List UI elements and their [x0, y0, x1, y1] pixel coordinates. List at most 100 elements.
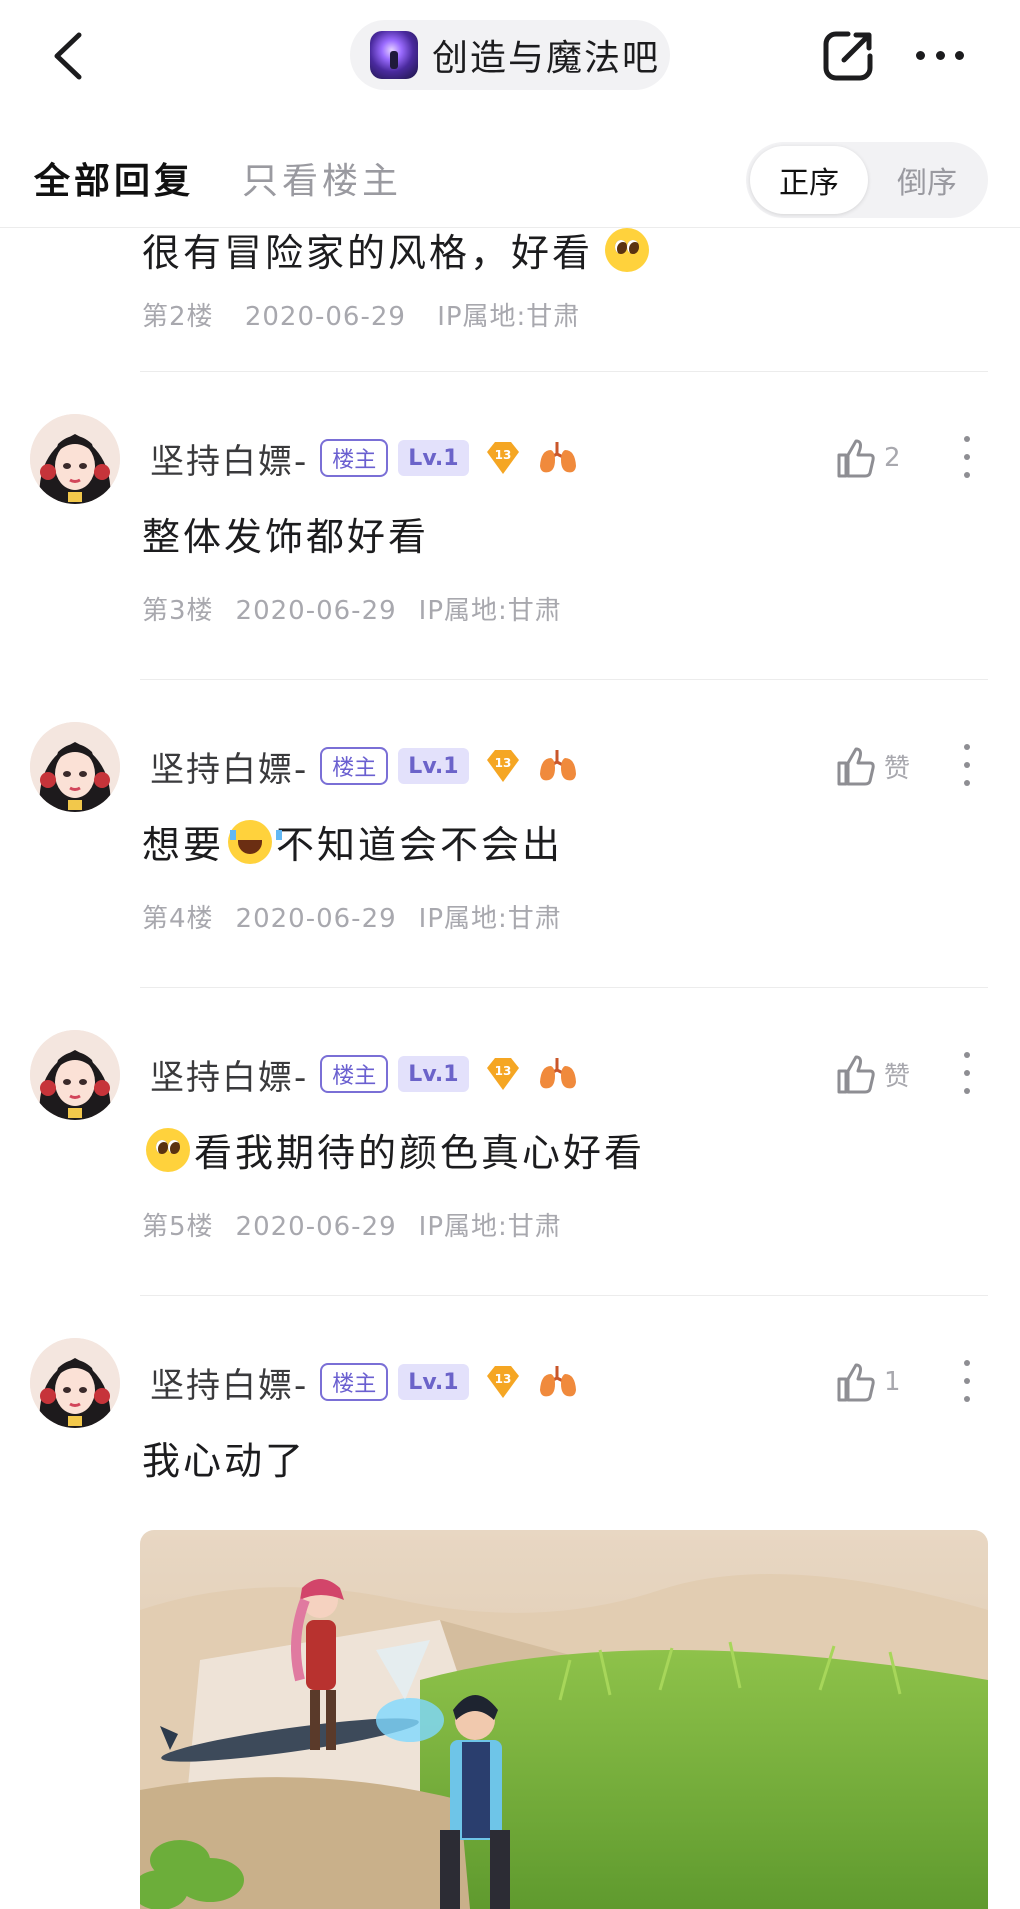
avatar-illustration	[30, 1338, 120, 1428]
avatar[interactable]	[30, 414, 120, 504]
reply-text: 想要 不知道会不会出	[142, 814, 563, 869]
gem-badge-icon: 13	[483, 1362, 523, 1402]
vertical-dots-icon	[964, 1360, 970, 1366]
crying-face-icon	[228, 819, 283, 864]
like-button[interactable]: 1	[836, 1356, 956, 1408]
more-button[interactable]	[910, 30, 970, 80]
user-info: 坚持白嫖- 楼主 Lv.1 13	[150, 1358, 579, 1407]
ip-location: IP属地:甘肃	[437, 302, 581, 332]
order-desc-button[interactable]: 倒序	[868, 146, 986, 214]
username[interactable]: 坚持白嫖-	[150, 742, 308, 791]
gem-badge-icon: 13	[483, 1054, 523, 1094]
owner-badge: 楼主	[320, 439, 389, 477]
reply-item: 坚持白嫖- 楼主 Lv.1 13 赞想要 不知道会不会出第4楼 2020-06-29 IP属地…	[0, 722, 1020, 1030]
reply-more-button[interactable]	[955, 432, 979, 482]
avatar[interactable]	[30, 1030, 120, 1120]
like-count: 赞	[884, 753, 911, 784]
game-screenshot	[140, 1530, 988, 1909]
floor-number: 第3楼	[142, 596, 214, 626]
reply-item: 坚持白嫖- 楼主 Lv.1 13 2 整体发饰都好看第3楼 2020-06-29 IP属地:甘…	[0, 414, 1020, 722]
divider	[140, 679, 988, 680]
forum-pill[interactable]: 创造与魔法吧	[350, 20, 670, 90]
reply-more-button[interactable]	[955, 740, 979, 790]
share-icon	[823, 31, 873, 81]
ip-location: IP属地:甘肃	[418, 904, 562, 934]
thumbs-up-icon	[837, 747, 875, 786]
ip-location: IP属地:甘肃	[418, 1212, 562, 1242]
lungs-badge-icon	[537, 1054, 579, 1094]
owner-badge: 楼主	[320, 1055, 389, 1093]
floor-number: 第4楼	[142, 904, 214, 934]
avatar[interactable]	[30, 722, 120, 812]
tab-bar: 全部回复 只看楼主 正序 倒序	[0, 112, 1020, 228]
post-date: 2020-06-29	[235, 596, 397, 626]
back-button[interactable]	[38, 26, 98, 86]
tab-owner-only[interactable]: 只看楼主	[242, 152, 402, 204]
svg-text:13: 13	[494, 756, 511, 770]
level-badge: Lv.1	[398, 1364, 469, 1400]
reply-text: 我心动了	[142, 1439, 307, 1483]
reply-more-button[interactable]	[955, 1356, 979, 1406]
like-button[interactable]: 赞	[836, 1048, 956, 1100]
more-icon	[916, 50, 925, 60]
level-badge: Lv.1	[398, 748, 469, 784]
reply-meta: 第4楼 2020-06-29 IP属地:甘肃	[142, 898, 584, 935]
vertical-dots-icon	[964, 436, 970, 442]
order-asc-button[interactable]: 正序	[750, 146, 868, 214]
divider	[140, 371, 988, 372]
level-badge: Lv.1	[398, 1056, 469, 1092]
reply-meta: 第3楼 2020-06-29 IP属地:甘肃	[142, 590, 584, 627]
avatar[interactable]	[30, 1338, 120, 1428]
like-button[interactable]: 2	[836, 432, 956, 484]
reply-meta: 第2楼 2020-06-29 IP属地:甘肃	[142, 296, 602, 333]
lungs-badge-icon	[537, 438, 579, 478]
avatar-illustration	[30, 722, 120, 812]
reply-text: 很有冒险家的风格，好看	[142, 222, 653, 277]
vertical-dots-icon	[964, 1052, 970, 1058]
reply-text: 看我期待的颜色真心好看	[142, 1122, 645, 1177]
svg-text:13: 13	[494, 1372, 511, 1386]
back-icon	[54, 32, 82, 80]
like-count: 1	[884, 1367, 901, 1397]
divider	[140, 1295, 988, 1296]
user-info: 坚持白嫖- 楼主 Lv.1 13	[150, 434, 579, 483]
level-badge: Lv.1	[398, 440, 469, 476]
user-info: 坚持白嫖- 楼主 Lv.1 13	[150, 1050, 579, 1099]
share-button[interactable]	[818, 26, 878, 86]
divider	[140, 987, 988, 988]
post-image[interactable]	[140, 1530, 988, 1909]
lungs-badge-icon	[537, 746, 579, 786]
svg-text:13: 13	[494, 1064, 511, 1078]
post-date: 2020-06-29	[244, 302, 406, 332]
like-button[interactable]: 赞	[836, 740, 956, 792]
thumbs-up-icon	[837, 439, 875, 478]
vertical-dots-icon	[964, 744, 970, 750]
reply-item: 坚持白嫖- 楼主 Lv.1 13 赞看我期待的颜色真心好看第5楼 2020-06-29 IP…	[0, 1030, 1020, 1338]
lungs-badge-icon	[537, 1362, 579, 1402]
floor-number: 第5楼	[142, 1212, 214, 1242]
owner-badge: 楼主	[320, 1363, 389, 1401]
user-info: 坚持白嫖- 楼主 Lv.1 13	[150, 742, 579, 791]
forum-name: 创造与魔法吧	[432, 38, 661, 79]
reply-text: 整体发饰都好看	[142, 515, 430, 559]
gem-badge-icon: 13	[483, 438, 523, 478]
post-date: 2020-06-29	[235, 904, 397, 934]
forum-logo	[370, 31, 418, 79]
thumbs-up-icon	[837, 1055, 875, 1094]
gem-badge-icon: 13	[483, 746, 523, 786]
username[interactable]: 坚持白嫖-	[150, 1358, 308, 1407]
avatar-illustration	[30, 1030, 120, 1120]
ip-location: IP属地:甘肃	[418, 596, 562, 626]
thumbs-up-icon	[837, 1363, 875, 1402]
username[interactable]: 坚持白嫖-	[150, 1050, 308, 1099]
avatar-illustration	[30, 414, 120, 504]
pleading-face-icon	[605, 227, 650, 272]
post-date: 2020-06-29	[235, 1212, 397, 1242]
order-toggle: 正序 倒序	[746, 142, 988, 218]
owner-badge: 楼主	[320, 747, 389, 785]
username[interactable]: 坚持白嫖-	[150, 434, 308, 483]
reply-more-button[interactable]	[955, 1048, 979, 1098]
pleading-face-icon	[146, 1127, 190, 1172]
tab-all-replies[interactable]: 全部回复	[34, 152, 194, 204]
top-bar: 创造与魔法吧	[0, 0, 1020, 112]
